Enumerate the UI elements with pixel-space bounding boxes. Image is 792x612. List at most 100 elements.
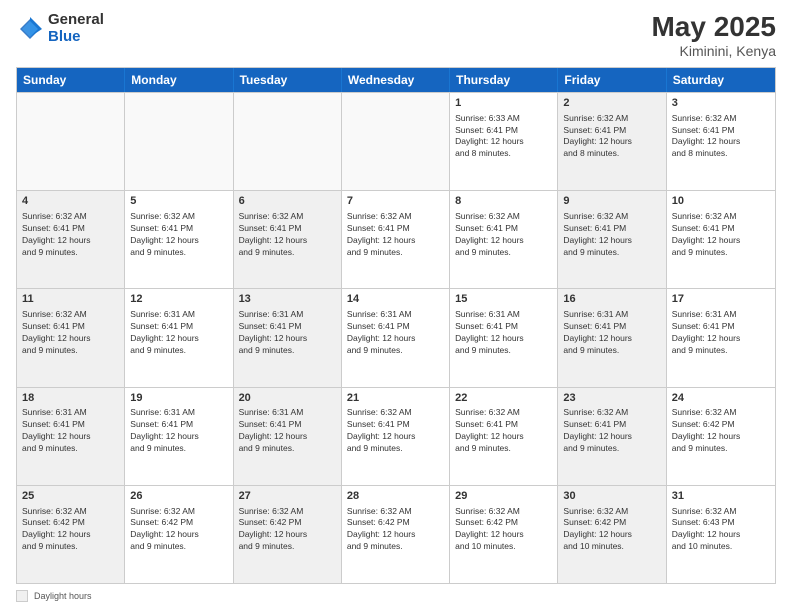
- cell-info: Sunrise: 6:32 AM Sunset: 6:41 PM Dayligh…: [22, 211, 119, 259]
- day-number: 15: [455, 292, 552, 307]
- day-number: 3: [672, 96, 770, 111]
- cal-cell: 20Sunrise: 6:31 AM Sunset: 6:41 PM Dayli…: [234, 388, 342, 485]
- cal-cell: 1 Sunrise: 6:33 AM Sunset: 6:41 PM Daylig…: [450, 93, 558, 190]
- title-area: May 2025 Kiminini, Kenya: [651, 12, 776, 59]
- day-number: 29: [455, 489, 552, 504]
- logo-text: General Blue: [48, 12, 104, 45]
- cal-cell: 22Sunrise: 6:32 AM Sunset: 6:41 PM Dayli…: [450, 388, 558, 485]
- cal-cell: 2Sunrise: 6:32 AM Sunset: 6:41 PM Daylig…: [558, 93, 666, 190]
- cell-info: Sunrise: 6:32 AM Sunset: 6:41 PM Dayligh…: [455, 407, 552, 455]
- cal-cell: 25 Sunrise: 6:32 AM Sunset: 6:42 PM Dayli…: [17, 486, 125, 583]
- cell-info: Sunrise: 6:31 AM Sunset: 6:41 PM Dayligh…: [672, 309, 770, 357]
- day-number: 10: [672, 194, 770, 209]
- day-number: 12: [130, 292, 227, 307]
- cell-info: Sunrise: 6:32 AM Sunset: 6:41 PM Dayligh…: [672, 113, 770, 161]
- day-number: 6: [239, 194, 336, 209]
- cal-cell: 23Sunrise: 6:32 AM Sunset: 6:41 PM Dayli…: [558, 388, 666, 485]
- logo-general: General: [48, 11, 104, 28]
- cell-info: Sunrise: 6:32 AM Sunset: 6:42 PM Dayligh…: [239, 506, 336, 554]
- cell-info: Sunrise: 6:32 AM Sunset: 6:42 PM Dayligh…: [130, 506, 227, 554]
- cell-info: Sunrise: 6:32 AM Sunset: 6:41 PM Dayligh…: [563, 407, 660, 455]
- cal-cell: 21Sunrise: 6:32 AM Sunset: 6:41 PM Dayli…: [342, 388, 450, 485]
- cal-cell: 8 Sunrise: 6:32 AM Sunset: 6:41 PM Daylig…: [450, 191, 558, 288]
- cell-info: Sunrise: 6:31 AM Sunset: 6:41 PM Dayligh…: [22, 407, 119, 455]
- cal-cell: 17 Sunrise: 6:31 AM Sunset: 6:41 PM Dayli…: [667, 289, 775, 386]
- cal-cell: 24Sunrise: 6:32 AM Sunset: 6:42 PM Dayli…: [667, 388, 775, 485]
- cal-cell: 5 Sunrise: 6:32 AM Sunset: 6:41 PM Daylig…: [125, 191, 233, 288]
- day-number: 19: [130, 391, 227, 406]
- cell-info: Sunrise: 6:32 AM Sunset: 6:42 PM Dayligh…: [563, 506, 660, 554]
- cal-header-thursday: Thursday: [450, 68, 558, 92]
- page: General Blue May 2025 Kiminini, Kenya Su…: [0, 0, 792, 612]
- calendar: SundayMondayTuesdayWednesdayThursdayFrid…: [16, 67, 776, 584]
- cal-cell: [17, 93, 125, 190]
- cell-info: Sunrise: 6:32 AM Sunset: 6:43 PM Dayligh…: [672, 506, 770, 554]
- cal-cell: 7Sunrise: 6:32 AM Sunset: 6:41 PM Daylig…: [342, 191, 450, 288]
- cal-cell: 9Sunrise: 6:32 AM Sunset: 6:41 PM Daylig…: [558, 191, 666, 288]
- cell-info: Sunrise: 6:31 AM Sunset: 6:41 PM Dayligh…: [347, 309, 444, 357]
- day-number: 18: [22, 391, 119, 406]
- day-number: 5: [130, 194, 227, 209]
- logo-blue: Blue: [48, 28, 81, 45]
- day-number: 14: [347, 292, 444, 307]
- cal-cell: 14 Sunrise: 6:31 AM Sunset: 6:41 PM Dayli…: [342, 289, 450, 386]
- cal-row-0: 1 Sunrise: 6:33 AM Sunset: 6:41 PM Daylig…: [17, 92, 775, 190]
- cell-info: Sunrise: 6:32 AM Sunset: 6:41 PM Dayligh…: [455, 211, 552, 259]
- cal-header-tuesday: Tuesday: [234, 68, 342, 92]
- cell-info: Sunrise: 6:31 AM Sunset: 6:41 PM Dayligh…: [455, 309, 552, 357]
- cal-cell: 3 Sunrise: 6:32 AM Sunset: 6:41 PM Daylig…: [667, 93, 775, 190]
- daylight-legend-box: [16, 590, 28, 602]
- day-number: 13: [239, 292, 336, 307]
- cal-cell: 4 Sunrise: 6:32 AM Sunset: 6:41 PM Daylig…: [17, 191, 125, 288]
- day-number: 17: [672, 292, 770, 307]
- calendar-body: 1 Sunrise: 6:33 AM Sunset: 6:41 PM Daylig…: [17, 92, 775, 583]
- cal-cell: 10 Sunrise: 6:32 AM Sunset: 6:41 PM Dayli…: [667, 191, 775, 288]
- day-number: 22: [455, 391, 552, 406]
- day-number: 4: [22, 194, 119, 209]
- cell-info: Sunrise: 6:31 AM Sunset: 6:41 PM Dayligh…: [563, 309, 660, 357]
- cal-header-saturday: Saturday: [667, 68, 775, 92]
- daylight-label: Daylight hours: [34, 591, 92, 601]
- day-number: 7: [347, 194, 444, 209]
- cal-header-friday: Friday: [558, 68, 666, 92]
- cell-info: Sunrise: 6:32 AM Sunset: 6:41 PM Dayligh…: [130, 211, 227, 259]
- cell-info: Sunrise: 6:32 AM Sunset: 6:41 PM Dayligh…: [672, 211, 770, 259]
- cell-info: Sunrise: 6:32 AM Sunset: 6:41 PM Dayligh…: [563, 211, 660, 259]
- day-number: 21: [347, 391, 444, 406]
- day-number: 23: [563, 391, 660, 406]
- cal-header-sunday: Sunday: [17, 68, 125, 92]
- cal-row-1: 4 Sunrise: 6:32 AM Sunset: 6:41 PM Daylig…: [17, 190, 775, 288]
- cal-cell: 18Sunrise: 6:31 AM Sunset: 6:41 PM Dayli…: [17, 388, 125, 485]
- cal-cell: 11Sunrise: 6:32 AM Sunset: 6:41 PM Dayli…: [17, 289, 125, 386]
- day-number: 25: [22, 489, 119, 504]
- day-number: 31: [672, 489, 770, 504]
- day-number: 20: [239, 391, 336, 406]
- cal-header-wednesday: Wednesday: [342, 68, 450, 92]
- cal-cell: 27Sunrise: 6:32 AM Sunset: 6:42 PM Dayli…: [234, 486, 342, 583]
- header: General Blue May 2025 Kiminini, Kenya: [16, 12, 776, 59]
- day-number: 8: [455, 194, 552, 209]
- cell-info: Sunrise: 6:31 AM Sunset: 6:41 PM Dayligh…: [239, 309, 336, 357]
- cell-info: Sunrise: 6:33 AM Sunset: 6:41 PM Dayligh…: [455, 113, 552, 161]
- cell-info: Sunrise: 6:32 AM Sunset: 6:42 PM Dayligh…: [22, 506, 119, 554]
- cal-cell: 26Sunrise: 6:32 AM Sunset: 6:42 PM Dayli…: [125, 486, 233, 583]
- cell-info: Sunrise: 6:32 AM Sunset: 6:41 PM Dayligh…: [239, 211, 336, 259]
- footer: Daylight hours: [16, 590, 776, 602]
- cal-row-2: 11Sunrise: 6:32 AM Sunset: 6:41 PM Dayli…: [17, 288, 775, 386]
- cal-cell: 13 Sunrise: 6:31 AM Sunset: 6:41 PM Dayli…: [234, 289, 342, 386]
- month-title: May 2025: [651, 12, 776, 43]
- cal-cell: 31 Sunrise: 6:32 AM Sunset: 6:43 PM Dayli…: [667, 486, 775, 583]
- cell-info: Sunrise: 6:31 AM Sunset: 6:41 PM Dayligh…: [130, 407, 227, 455]
- cal-row-4: 25 Sunrise: 6:32 AM Sunset: 6:42 PM Dayli…: [17, 485, 775, 583]
- logo-icon: [16, 15, 44, 43]
- cal-cell: 30Sunrise: 6:32 AM Sunset: 6:42 PM Dayli…: [558, 486, 666, 583]
- cal-cell: 28Sunrise: 6:32 AM Sunset: 6:42 PM Dayli…: [342, 486, 450, 583]
- day-number: 1: [455, 96, 552, 111]
- cal-cell: 15 Sunrise: 6:31 AM Sunset: 6:41 PM Dayli…: [450, 289, 558, 386]
- cal-cell: 16Sunrise: 6:31 AM Sunset: 6:41 PM Dayli…: [558, 289, 666, 386]
- day-number: 2: [563, 96, 660, 111]
- day-number: 24: [672, 391, 770, 406]
- day-number: 11: [22, 292, 119, 307]
- day-number: 28: [347, 489, 444, 504]
- cal-row-3: 18Sunrise: 6:31 AM Sunset: 6:41 PM Dayli…: [17, 387, 775, 485]
